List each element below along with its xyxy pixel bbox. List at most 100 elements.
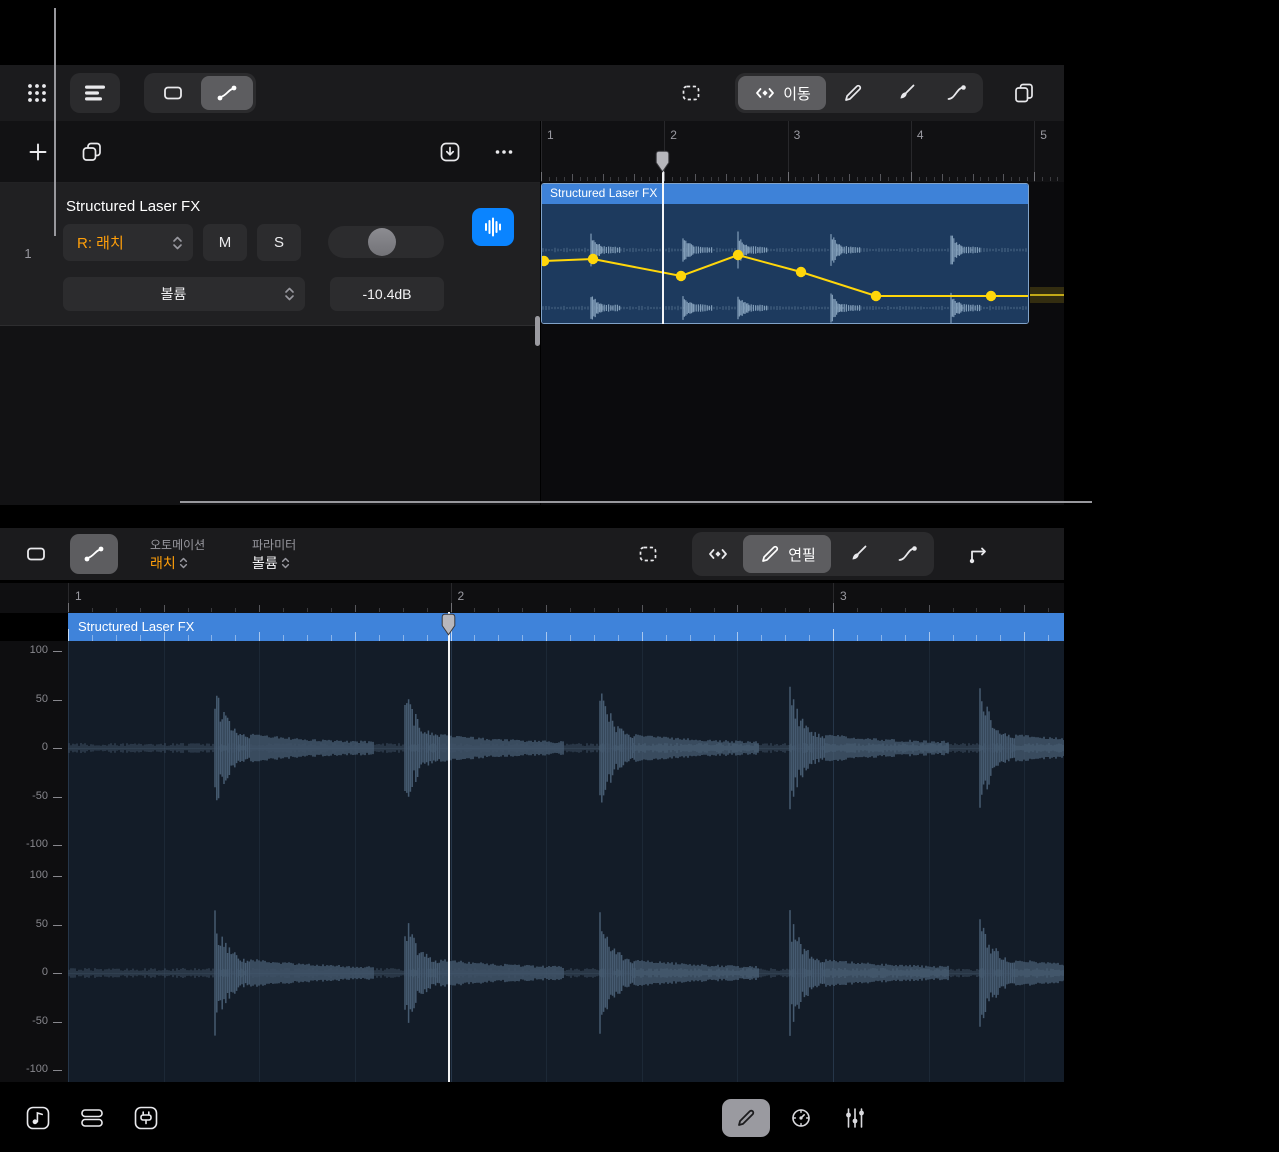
pencil-tool-label: 연필 <box>788 544 816 565</box>
view-grid-button[interactable] <box>16 73 58 113</box>
ruler-tick <box>872 177 873 181</box>
ruler-tick <box>996 177 997 181</box>
editor-automation-view-button[interactable] <box>70 534 118 574</box>
y-axis-label: -100 <box>8 1063 48 1075</box>
editor-move-tool-button[interactable] <box>695 535 741 573</box>
editor-playhead-handle[interactable] <box>441 613 456 636</box>
ruler-tick <box>355 605 356 612</box>
curve-tool-button[interactable] <box>932 76 980 110</box>
ruler-tick <box>1057 177 1058 181</box>
automation-point[interactable] <box>796 267 806 277</box>
mixer-button[interactable] <box>832 1099 878 1137</box>
ruler-tick <box>1000 608 1001 612</box>
ruler-tick <box>857 177 858 181</box>
region-header-tick <box>546 632 547 641</box>
editor-region-header[interactable]: Structured Laser FX <box>68 613 1064 641</box>
add-track-button[interactable] <box>20 136 56 168</box>
ruler-tick <box>1011 177 1012 181</box>
draw-mode-button[interactable] <box>722 1099 770 1137</box>
automation-point[interactable] <box>676 271 686 281</box>
ruler-tick <box>595 177 596 181</box>
editor-playhead-line[interactable] <box>448 612 450 1082</box>
pane-resize-handle[interactable] <box>535 316 540 346</box>
automation-point[interactable] <box>542 256 549 266</box>
mute-button[interactable]: M <box>203 224 247 261</box>
editor-regions-view-button[interactable] <box>14 533 58 575</box>
y-axis-tick <box>53 700 62 701</box>
top-ruler[interactable]: 12345 <box>541 121 1064 182</box>
automation-points[interactable] <box>542 250 996 301</box>
playhead-handle[interactable] <box>655 150 670 173</box>
track-waveform-toggle-button[interactable] <box>472 208 514 246</box>
ruler-tick <box>788 172 789 181</box>
move-tool-button[interactable]: 이동 <box>738 76 826 110</box>
duplicate-track-button[interactable] <box>74 136 110 168</box>
hide-headers-button[interactable] <box>432 136 468 168</box>
step-automation-button[interactable] <box>955 533 1003 575</box>
ruler-tick <box>965 177 966 181</box>
solo-button[interactable]: S <box>257 224 301 261</box>
automation-mode-button[interactable]: R: 래치 <box>63 224 193 261</box>
more-options-button[interactable] <box>486 136 522 168</box>
region-header-tick <box>164 632 165 641</box>
ruler-tick <box>734 177 735 181</box>
automation-curve[interactable] <box>542 204 1028 323</box>
plugins-button[interactable] <box>126 1099 166 1137</box>
top-region-header[interactable]: Structured Laser FX <box>542 184 1028 204</box>
ruler-tick <box>594 608 595 612</box>
brush-tool-button[interactable] <box>879 76 932 110</box>
pencil-tool-button[interactable] <box>826 76 879 110</box>
ruler-tick <box>642 605 643 612</box>
ruler-tick <box>865 177 866 181</box>
automation-curve-icon <box>82 542 106 566</box>
marquee-tool-button[interactable] <box>668 73 714 113</box>
volume-slider[interactable] <box>328 226 444 258</box>
ruler-tick <box>919 177 920 181</box>
ruler-tick <box>68 603 69 612</box>
beat-number: 2 <box>670 128 677 142</box>
parameter-popup[interactable]: 파라미터 볼륨 <box>252 536 347 574</box>
ruler-tick <box>934 177 935 181</box>
ruler-tick <box>634 174 635 181</box>
top-region[interactable]: Structured Laser FX <box>541 183 1029 324</box>
regions-view-button[interactable] <box>147 76 199 110</box>
view-mode-segmented <box>144 73 256 113</box>
automation-view-button[interactable] <box>201 76 253 110</box>
song-sections-button[interactable] <box>18 1099 58 1137</box>
chevron-updown-icon <box>281 556 290 570</box>
ruler-tick <box>641 177 642 181</box>
automation-mode-popup[interactable]: 오토메이션 래치 <box>150 536 245 574</box>
stacked-rows-icon <box>79 1105 105 1131</box>
y-axis-tick <box>53 797 62 798</box>
automation-point[interactable] <box>733 250 743 260</box>
editor-ruler[interactable]: 123 <box>0 583 1064 613</box>
playhead-line[interactable] <box>662 151 664 324</box>
ruler-tick <box>522 608 523 612</box>
ruler-tick <box>672 177 673 181</box>
ruler-tick <box>765 177 766 181</box>
ruler-tick <box>403 608 404 612</box>
automation-mode-label: R: 래치 <box>77 232 172 253</box>
y-axis-label: -50 <box>8 790 48 802</box>
editor-curve-tool-button[interactable] <box>883 535 931 573</box>
parameter-value-field[interactable]: -10.4dB <box>330 277 444 311</box>
cells-view-button[interactable] <box>72 1099 112 1137</box>
editor-pencil-tool-button[interactable]: 연필 <box>743 535 831 573</box>
ruler-tick <box>714 608 715 612</box>
parameter-select[interactable]: 볼륨 <box>63 277 305 311</box>
beat-number: 2 <box>458 589 465 603</box>
automation-point[interactable] <box>986 291 996 301</box>
tracks-view-button[interactable] <box>70 73 120 113</box>
waveform-bars-icon <box>481 215 505 239</box>
automation-point[interactable] <box>871 291 881 301</box>
volume-slider-knob[interactable] <box>368 228 396 256</box>
ruler-tick <box>896 177 897 181</box>
automation-mode-caption: 오토메이션 <box>150 536 205 553</box>
copy-paste-button[interactable] <box>1001 73 1047 113</box>
tuning-dial-button[interactable] <box>778 1099 824 1137</box>
automation-point[interactable] <box>588 254 598 264</box>
dial-icon <box>788 1105 814 1131</box>
editor-marquee-tool-button[interactable] <box>626 533 670 575</box>
edit-tool-segmented: 이동 <box>735 73 983 113</box>
editor-brush-tool-button[interactable] <box>833 535 883 573</box>
